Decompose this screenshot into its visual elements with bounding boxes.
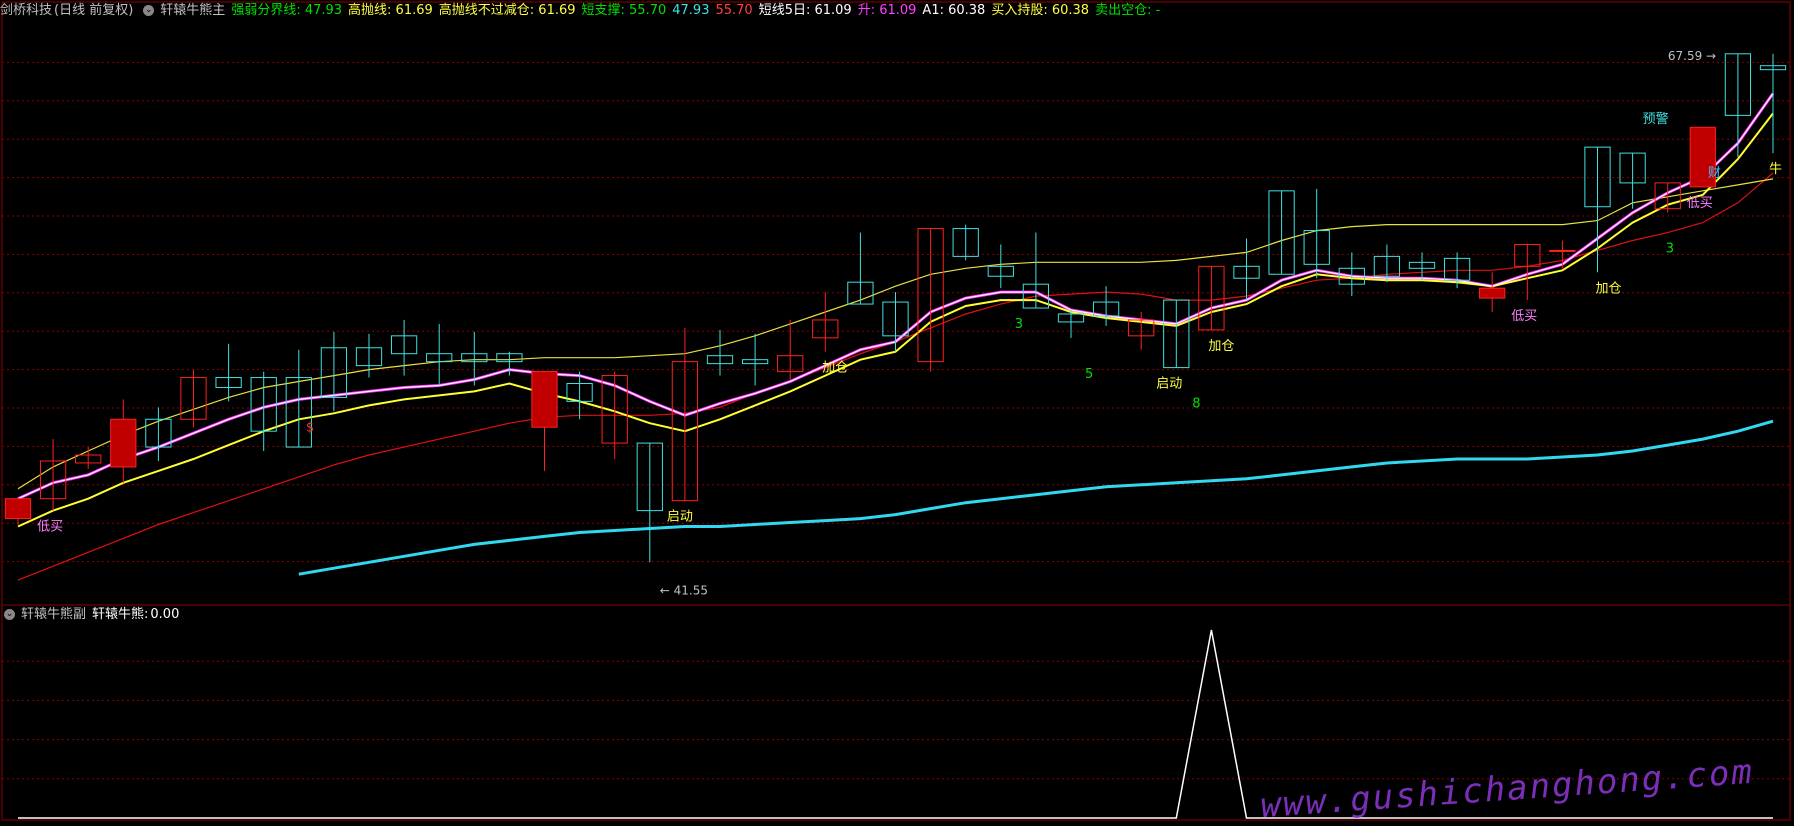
app-title[interactable]: 剑桥科技 xyxy=(0,3,52,18)
indicator-value-5: 55.70 xyxy=(715,3,753,18)
indicator-value-6: 短线5日: 61.09 xyxy=(758,3,852,18)
indicator-value-4: 47.93 xyxy=(672,3,710,18)
candle-body xyxy=(110,418,137,468)
period-label: (日线 前复权) xyxy=(54,3,134,18)
indicator-value-2: 高抛线不过减仓: 61.69 xyxy=(438,3,576,18)
annotation-label: 预警 xyxy=(1643,111,1669,127)
indicator-value-9: 买入持股: 60.38 xyxy=(991,3,1090,18)
indicator-value-3: 短支撑: 55.70 xyxy=(581,3,667,18)
main-header: 剑桥科技 (日线 前复权) ⌄ 轩辕牛熊主 强弱分界线: 47.93 高抛线: 61.69… xyxy=(0,0,1172,22)
annotation-label: 3 xyxy=(1666,242,1674,257)
candle-body xyxy=(1549,249,1576,252)
indicator-value-1: 高抛线: 61.69 xyxy=(348,3,433,18)
sub-indicator-label: 轩辕牛熊: xyxy=(92,607,149,622)
annotation-label: 8 xyxy=(1192,397,1200,412)
indicator-value-0: 强弱分界线: 47.93 xyxy=(231,3,343,18)
chart-frame xyxy=(1,1,1791,821)
annotation-label: 加仓 xyxy=(822,361,848,376)
red-line xyxy=(17,172,1774,581)
chart-stage: 67.59 → ← 41.55 低买 启动 加仓 启动 加仓 低买 加仓 预警 低买牛 3 5 8 3 $ 财 … xyxy=(0,0,1794,826)
annotation-label: 牛 xyxy=(1769,162,1782,177)
sub-indicator-name[interactable]: 轩辕牛熊副 xyxy=(21,607,86,622)
annotation-label: 加仓 xyxy=(1208,339,1234,354)
indicator-values: 强弱分界线: 47.93 高抛线: 61.69 高抛线不过减仓: 61.69 短支撑:… xyxy=(231,3,1166,18)
candle-body xyxy=(4,498,32,520)
annotation-label: 低买 xyxy=(37,520,63,535)
annotation-label: 低买 xyxy=(1511,309,1537,324)
indicator-toggle-icon[interactable]: ⌄ xyxy=(143,5,155,16)
annotation-label: 3 xyxy=(1015,317,1023,332)
annotation-label: 5 xyxy=(1085,367,1093,382)
annotation-label: 财 xyxy=(1708,166,1721,181)
low-price-label: ← 41.55 xyxy=(660,583,708,597)
annotation-label: 启动 xyxy=(667,510,693,525)
indicator-value-10: 卖出空仓: - xyxy=(1095,3,1161,18)
candle-body xyxy=(531,371,558,428)
annotation-label: 加仓 xyxy=(1596,281,1622,296)
sub-indicator-toggle-icon[interactable]: ⌄ xyxy=(4,609,15,620)
sub-indicator-value: 0.00 xyxy=(150,607,180,622)
sub-header: ⌄ 轩辕牛熊副 轩辕牛熊: 0.00 xyxy=(0,604,185,626)
indicator-name[interactable]: 轩辕牛熊主 xyxy=(160,3,225,18)
indicator-value-7: 升: 61.09 xyxy=(857,3,917,18)
candle-body xyxy=(1479,287,1506,299)
annotation-label: 低买 xyxy=(1687,196,1713,211)
annotation-label: $ xyxy=(306,420,314,435)
indicator-value-8: A1: 60.38 xyxy=(922,3,986,18)
strong-weak-line xyxy=(298,419,1774,576)
annotation-label: 启动 xyxy=(1156,377,1182,392)
high-price-label: 67.59 → xyxy=(1668,49,1716,63)
kline-svg: 67.59 →← 41.55低买启动加仓启动加仓低买加仓预警低买牛3583$财 xyxy=(1,1,1791,821)
